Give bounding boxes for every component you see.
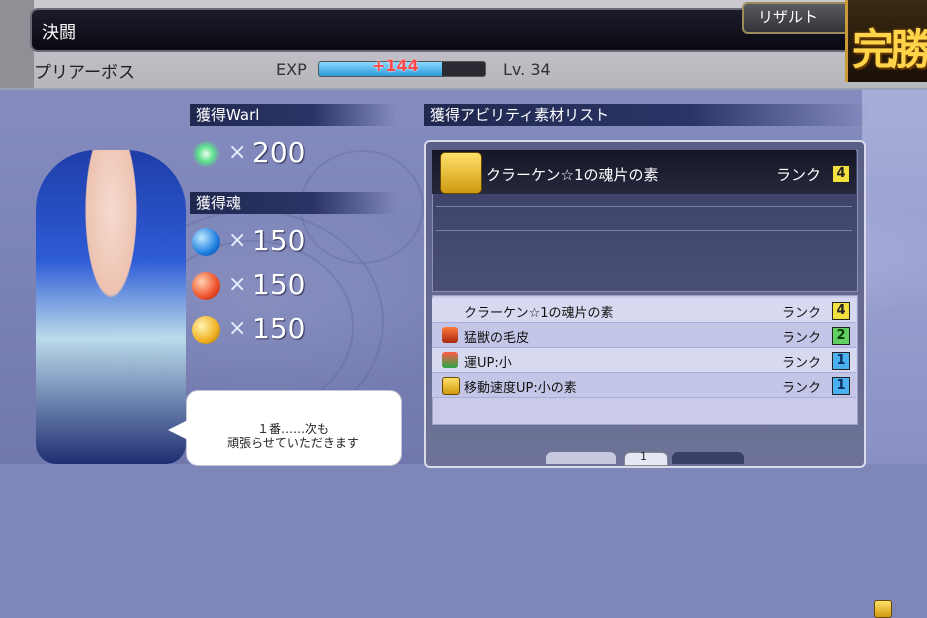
soul-reward-row: × 150 [192, 268, 392, 304]
material-name: クラーケン☆1の魂片の素 [464, 306, 614, 321]
yellow-soul-icon [192, 316, 220, 344]
red-soul-icon [192, 272, 220, 300]
character-portrait [36, 150, 186, 464]
scroll-icon [874, 600, 892, 618]
warl-header: 獲得Warl [190, 104, 396, 126]
multiply-sign: × [228, 272, 247, 297]
rank-label: ランク [782, 306, 822, 321]
rank-label: ランク [782, 331, 822, 346]
selected-material-name: クラーケン☆1の魂片の素 [486, 166, 659, 184]
divider [436, 206, 852, 207]
ally-character-portrait [862, 88, 927, 464]
next-page-button[interactable] [672, 452, 744, 464]
soul-amount: 150 [252, 312, 306, 345]
fur-icon [442, 327, 458, 343]
battle-title-bar [30, 8, 854, 52]
scroll-icon [440, 152, 482, 194]
soul-amount: 150 [252, 224, 306, 257]
material-name: 運UP:小 [464, 356, 512, 371]
victory-text: 完勝 [852, 25, 927, 74]
luck-up-icon [442, 352, 458, 368]
scroll-icon [442, 377, 460, 395]
soul-amount: 150 [252, 268, 306, 301]
multiply-sign: × [228, 316, 247, 341]
rank-badge: 1 [832, 352, 850, 370]
level-label: Lv. 34 [503, 60, 551, 79]
materials-header: 獲得アビリティ素材リスト [424, 104, 868, 126]
exp-gain: +144 [372, 56, 419, 75]
divider [436, 230, 852, 231]
battle-title: 決闘 [42, 23, 76, 43]
exp-label: EXP [276, 60, 307, 79]
result-label: リザルト [758, 8, 819, 26]
multiply-sign: × [228, 140, 247, 165]
material-name: 移動速度UP:小の素 [464, 381, 577, 396]
warl-crystal-icon [192, 140, 220, 168]
rank-badge: 1 [832, 377, 850, 395]
rank-label: ランク [782, 356, 822, 371]
page-number: 1 [640, 450, 647, 463]
souls-header: 獲得魂 [190, 192, 396, 214]
rank-label: ランク [782, 381, 822, 396]
speech-bubble-tail [168, 420, 188, 440]
warl-amount: 200 [252, 136, 306, 169]
rank-badge: 4 [832, 165, 850, 183]
rank-badge: 4 [832, 302, 850, 320]
warl-reward-row: × 200 [192, 136, 392, 172]
soul-reward-row: × 150 [192, 224, 392, 260]
speech-text: １番……次も 頑張らせていただきます [227, 422, 359, 450]
multiply-sign: × [228, 228, 247, 253]
blue-soul-icon [192, 228, 220, 256]
rank-badge: 2 [832, 327, 850, 345]
soul-reward-row: × 150 [192, 312, 392, 348]
gear-decoration-icon [0, 0, 34, 88]
rank-label: ランク [776, 166, 822, 184]
boss-name: プリアーボス [34, 63, 135, 83]
previous-page-button[interactable] [546, 452, 616, 464]
material-name: 猛獣の毛皮 [464, 331, 530, 346]
